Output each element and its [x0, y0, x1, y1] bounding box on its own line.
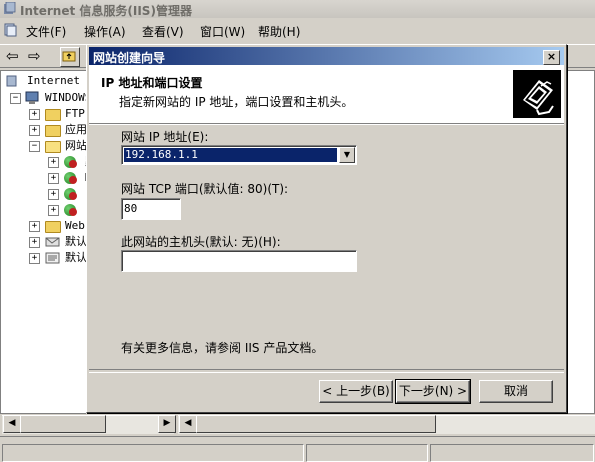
host-header-label: 此网站的主机头(默认: 无)(H):	[121, 235, 281, 249]
web-site-icon	[64, 172, 77, 184]
header-divider	[89, 124, 564, 125]
folder-icon	[45, 109, 61, 121]
web-site-icon	[64, 204, 77, 216]
back-button[interactable]: < 上一步(B)	[319, 380, 393, 403]
menu-help[interactable]: 帮助(H)	[258, 23, 300, 40]
folder-icon	[45, 221, 61, 233]
footer-divider	[89, 369, 564, 373]
ip-address-select[interactable]: 192.168.1.1 ▼	[121, 145, 357, 165]
host-header-input[interactable]	[121, 250, 357, 272]
tree-panel: Internet 信 − WINDOWS + FTP + 应用 − 网站 + 默…	[0, 70, 86, 414]
ip-address-label: 网站 IP 地址(E):	[121, 130, 209, 144]
collapse-icon[interactable]: −	[10, 93, 21, 104]
server-icon	[25, 91, 39, 104]
back-arrow-icon[interactable]: ⇦	[6, 48, 19, 64]
tcp-port-input[interactable]: 80	[121, 198, 181, 220]
document-icon[interactable]	[3, 23, 17, 37]
page-heading: IP 地址和端口设置	[101, 76, 203, 90]
wizard-header: IP 地址和端口设置 指定新网站的 IP 地址，端口设置和主机头。	[89, 65, 564, 124]
dialog-title-bar[interactable]: 网站创建向导 ×	[89, 47, 564, 65]
page-subheading: 指定新网站的 IP 地址，端口设置和主机头。	[119, 95, 354, 109]
up-folder-icon	[62, 51, 76, 62]
expand-icon[interactable]: +	[48, 205, 59, 216]
menu-window[interactable]: 窗口(W)	[200, 23, 245, 40]
content-scroll-thumb[interactable]	[196, 415, 436, 433]
folder-icon	[45, 125, 61, 137]
info-text: 有关更多信息，请参阅 IIS 产品文档。	[121, 341, 324, 355]
nntp-icon	[45, 252, 60, 264]
up-folder-button[interactable]	[60, 47, 80, 67]
web-site-icon	[64, 156, 77, 168]
status-pane	[2, 444, 304, 462]
web-site-icon	[64, 188, 77, 200]
website-creation-wizard-dialog: 网站创建向导 × IP 地址和端口设置 指定新网站的 IP 地址，端口设置和主机…	[86, 44, 567, 413]
close-button[interactable]: ×	[543, 50, 560, 65]
open-folder-icon	[45, 141, 61, 153]
status-pane	[430, 444, 594, 462]
expand-icon[interactable]: +	[48, 157, 59, 168]
iis-app-icon	[4, 2, 16, 14]
expand-icon[interactable]: +	[48, 189, 59, 200]
expand-icon[interactable]: +	[29, 109, 40, 120]
menu-action[interactable]: 操作(A)	[84, 23, 126, 40]
menu-file[interactable]: 文件(F)	[26, 23, 66, 40]
expand-icon[interactable]: +	[48, 173, 59, 184]
window-title: Internet 信息服务(IIS)管理器	[20, 4, 192, 18]
tree-scroll-thumb[interactable]	[20, 415, 106, 433]
expand-icon[interactable]: +	[29, 125, 40, 136]
expand-icon[interactable]: +	[29, 253, 40, 264]
dialog-title: 网站创建向导	[93, 51, 166, 65]
smtp-icon	[45, 237, 60, 247]
expand-icon[interactable]: +	[29, 237, 40, 248]
chevron-down-icon[interactable]: ▼	[339, 147, 355, 163]
scroll-left-icon[interactable]: ◀	[179, 415, 197, 433]
wizard-book-icon	[513, 70, 561, 118]
scroll-right-icon[interactable]: ▶	[158, 415, 176, 433]
ip-address-value: 192.168.1.1	[124, 148, 337, 162]
forward-arrow-icon[interactable]: ⇨	[28, 48, 41, 64]
menu-view[interactable]: 查看(V)	[142, 23, 184, 40]
status-pane	[306, 444, 428, 462]
main-title-bar: Internet 信息服务(IIS)管理器	[0, 0, 595, 18]
next-button[interactable]: 下一步(N) >	[395, 379, 471, 404]
iis-root-icon	[6, 75, 17, 87]
menu-bar: 文件(F) 操作(A) 查看(V) 窗口(W) 帮助(H)	[0, 20, 595, 42]
expand-icon[interactable]: +	[29, 221, 40, 232]
cancel-button[interactable]: 取消	[479, 380, 553, 403]
tcp-port-label: 网站 TCP 端口(默认值: 80)(T):	[121, 182, 289, 196]
close-icon: ×	[546, 50, 557, 63]
collapse-icon[interactable]: −	[29, 141, 40, 152]
scroll-left-icon[interactable]: ◀	[3, 415, 21, 433]
